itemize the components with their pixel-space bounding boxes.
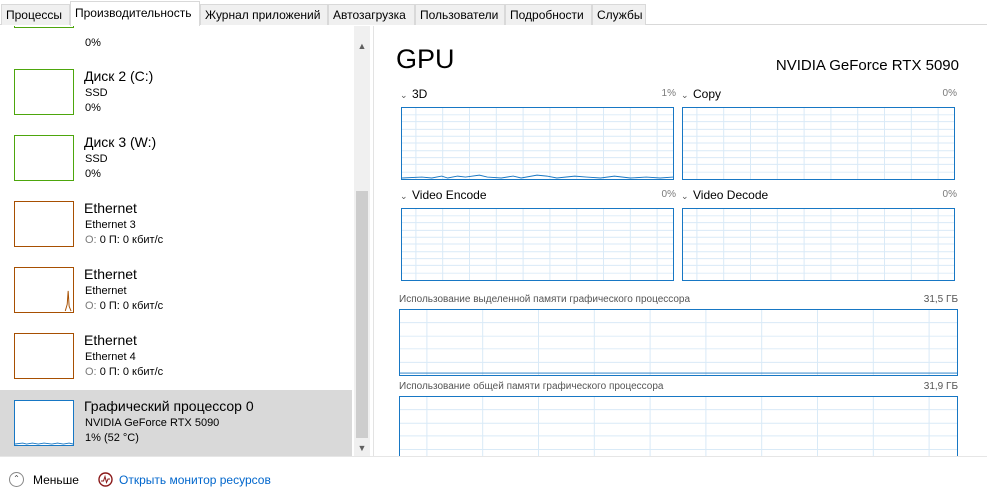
- engine-graph-video-encode: [401, 208, 674, 281]
- send-label: О:: [85, 366, 97, 378]
- utilization-chart: [402, 108, 673, 179]
- chevron-down-icon: ⌄: [681, 90, 689, 100]
- list-item-gpu-0[interactable]: Графический процессор 0 NVIDIA GeForce R…: [0, 390, 352, 456]
- shared-memory-label: Использование общей памяти графического …: [399, 381, 664, 392]
- memory-chart: [400, 310, 957, 375]
- engine-label: 3D: [412, 87, 428, 101]
- scroll-down-icon[interactable]: ▼: [354, 440, 370, 456]
- item-value: 0%: [85, 168, 101, 180]
- mini-graph: [14, 201, 74, 247]
- list-scrollbar[interactable]: ▲ ▼: [354, 26, 370, 456]
- engine-label: Video Encode: [412, 188, 487, 202]
- network-activity-graph: [64, 290, 72, 312]
- item-title: Диск 2 (C:): [84, 68, 154, 84]
- engine-graph-video-decode: [682, 208, 955, 281]
- list-item-ethernet-4[interactable]: Ethernet Ethernet 4 О: 0 П: 0 кбит/с: [0, 326, 352, 392]
- tab-startup[interactable]: Автозагрузка: [328, 4, 415, 25]
- engine-label: Copy: [693, 87, 722, 101]
- item-value: 0%: [85, 102, 101, 114]
- throughput: 0 П: 0 кбит/с: [99, 234, 164, 246]
- item-value: О: 0 П: 0 кбит/с: [85, 366, 163, 378]
- item-title: Ethernet: [84, 200, 137, 216]
- page-title: GPU: [396, 44, 455, 74]
- mini-graph: [14, 267, 74, 313]
- chevron-down-icon: ⌄: [400, 191, 408, 201]
- tab-services[interactable]: Службы: [592, 4, 646, 25]
- shared-memory-value: 31,9 ГБ: [923, 381, 958, 392]
- mini-graph: [14, 135, 74, 181]
- tab-details[interactable]: Подробности: [505, 4, 592, 25]
- tab-bar: Процессы Производительность Журнал прило…: [0, 0, 987, 26]
- engine-selector-video-encode[interactable]: ⌄ Video Encode: [400, 188, 487, 202]
- throughput: 0 П: 0 кбит/с: [99, 366, 164, 378]
- engine-selector-3d[interactable]: ⌄ 3D: [400, 87, 427, 101]
- fewer-details-button[interactable]: Меньше: [33, 473, 79, 487]
- tab-processes[interactable]: Процессы: [1, 4, 70, 25]
- chevron-down-icon: ⌄: [681, 191, 689, 201]
- scrollbar-thumb[interactable]: [356, 191, 368, 438]
- item-title: Ethernet: [84, 332, 137, 348]
- tab-users[interactable]: Пользователи: [415, 4, 505, 25]
- open-resource-monitor-link[interactable]: Открыть монитор ресурсов: [119, 473, 271, 487]
- item-title: Ethernet: [84, 266, 137, 282]
- mini-graph: [14, 69, 74, 115]
- item-value: 1% (52 °C): [85, 432, 139, 444]
- engine-percent: 0%: [942, 88, 957, 99]
- throughput: 0 П: 0 кбит/с: [99, 300, 164, 312]
- item-title: Диск 3 (W:): [84, 134, 157, 150]
- dedicated-memory-value: 31,5 ГБ: [923, 294, 958, 305]
- gpu-model-name: NVIDIA GeForce RTX 5090: [775, 57, 959, 74]
- item-subtitle: Ethernet 4: [85, 351, 136, 363]
- list-item-disk-2[interactable]: Диск 2 (C:) SSD 0%: [0, 62, 352, 128]
- engine-percent: 1%: [661, 88, 676, 99]
- engine-selector-video-decode[interactable]: ⌄ Video Decode: [681, 188, 768, 202]
- item-value: 0%: [85, 37, 101, 49]
- engine-selector-copy[interactable]: ⌄ Copy: [681, 87, 721, 101]
- engine-percent: 0%: [661, 189, 676, 200]
- utilization-chart: [683, 108, 954, 179]
- chevron-up-icon[interactable]: ⌃: [9, 472, 24, 487]
- scroll-up-icon[interactable]: ▲: [354, 38, 370, 54]
- engine-label: Video Decode: [693, 188, 769, 202]
- chevron-down-icon: ⌄: [400, 90, 408, 100]
- tab-app-history[interactable]: Журнал приложений: [200, 4, 328, 25]
- resource-monitor-icon[interactable]: [98, 472, 113, 487]
- list-item-ethernet[interactable]: Ethernet Ethernet О: 0 П: 0 кбит/с: [0, 260, 352, 326]
- list-item-partial[interactable]: 0%: [0, 26, 352, 49]
- item-title: Графический процессор 0: [84, 398, 254, 414]
- gpu-activity-graph: [15, 442, 73, 445]
- resource-list: 0% Диск 2 (C:) SSD 0% Диск 3 (W:) SSD 0%…: [0, 26, 370, 456]
- send-label: О:: [85, 234, 97, 246]
- dedicated-memory-label: Использование выделенной памяти графичес…: [399, 294, 691, 305]
- gpu-detail-panel: GPU NVIDIA GeForce RTX 5090 ⌄ 3D 1% ⌄ Copy…: [374, 26, 987, 456]
- item-subtitle: SSD: [85, 87, 108, 99]
- list-item-disk-3[interactable]: Диск 3 (W:) SSD 0%: [0, 128, 352, 194]
- item-subtitle: SSD: [85, 153, 108, 165]
- memory-chart: [400, 397, 957, 456]
- item-subtitle: Ethernet 3: [85, 219, 136, 231]
- utilization-chart: [683, 209, 954, 280]
- mini-graph: [14, 26, 74, 28]
- item-subtitle: NVIDIA GeForce RTX 5090: [85, 417, 220, 429]
- engine-graph-copy: [682, 107, 955, 180]
- dedicated-memory-graph: [399, 309, 958, 376]
- item-value: О: 0 П: 0 кбит/с: [85, 300, 163, 312]
- engine-graph-3d: [401, 107, 674, 180]
- shared-memory-graph: [399, 396, 958, 456]
- list-item-ethernet-3[interactable]: Ethernet Ethernet 3 О: 0 П: 0 кбит/с: [0, 194, 352, 260]
- send-label: О:: [85, 300, 97, 312]
- item-subtitle: Ethernet: [85, 285, 127, 297]
- item-value: О: 0 П: 0 кбит/с: [85, 234, 163, 246]
- tab-performance[interactable]: Производительность: [70, 1, 200, 26]
- footer-bar: ⌃ Меньше Открыть монитор ресурсов: [0, 456, 987, 498]
- utilization-chart: [402, 209, 673, 280]
- mini-graph: [14, 400, 74, 446]
- mini-graph: [14, 333, 74, 379]
- engine-percent: 0%: [942, 189, 957, 200]
